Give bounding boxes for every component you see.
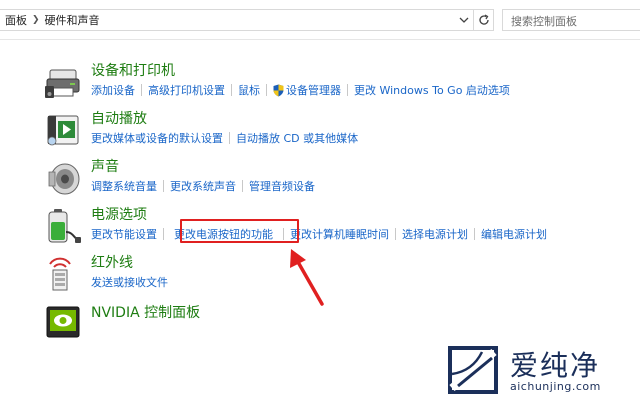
highlight-box (180, 219, 299, 243)
refresh-icon (478, 14, 489, 25)
category-title-sound[interactable]: 声音 (91, 156, 119, 176)
autoplay-icon (47, 115, 79, 146)
category-title-nvidia[interactable]: NVIDIA 控制面板 (91, 302, 200, 322)
link-mouse[interactable]: 鼠标 (232, 82, 266, 98)
nvidia-icon (46, 306, 80, 338)
link-manage-audio-devices[interactable]: 管理音频设备 (243, 178, 321, 194)
watermark-url: aichunjing.com (510, 380, 601, 393)
watermark-text: 爱纯净 (510, 349, 601, 382)
search-input[interactable] (503, 11, 640, 32)
watermark-logo-icon (448, 346, 498, 394)
link-windows-to-go[interactable]: 更改 Windows To Go 启动选项 (348, 82, 516, 98)
category-links-infrared: 发送或接收文件 (91, 274, 174, 290)
link-add-device[interactable]: 添加设备 (91, 82, 141, 98)
printer-icon (45, 69, 80, 98)
link-adjust-volume[interactable]: 调整系统音量 (91, 178, 163, 194)
address-dropdown-button[interactable] (456, 10, 472, 30)
link-change-system-sounds[interactable]: 更改系统声音 (164, 178, 242, 194)
category-title-devices-printers[interactable]: 设备和打印机 (91, 60, 175, 80)
category-links-autoplay: 更改媒体或设备的默认设置 自动播放 CD 或其他媒体 (91, 130, 364, 146)
link-change-default-media-settings[interactable]: 更改媒体或设备的默认设置 (91, 130, 229, 146)
search-box[interactable] (502, 9, 640, 32)
speaker-icon (48, 163, 80, 195)
chevron-down-icon (459, 17, 469, 23)
breadcrumb: 面板 ❯ 硬件和声音 (0, 9, 474, 31)
category-links-power-options: 更改节能设置 更改电源按钮的功能 更改计算机睡眠时间 选择电源计划 编辑电源计划 (91, 226, 553, 242)
annotation-arrow-icon (290, 249, 324, 306)
infrared-icon (49, 257, 71, 291)
address-bar: 面板 ❯ 硬件和声音 (0, 0, 640, 40)
category-title-infrared[interactable]: 红外线 (91, 252, 133, 272)
link-choose-power-plan[interactable]: 选择电源计划 (396, 226, 474, 242)
refresh-button[interactable] (474, 9, 494, 31)
category-title-autoplay[interactable]: 自动播放 (91, 108, 147, 128)
battery-icon (48, 209, 81, 243)
link-device-manager-wrap[interactable]: 设备管理器 (267, 82, 347, 98)
link-change-power-saving[interactable]: 更改节能设置 (91, 226, 163, 242)
watermark: 爱纯净 aichunjing.com (446, 342, 636, 398)
category-links-sound: 调整系统音量 更改系统声音 管理音频设备 (91, 178, 321, 194)
category-title-power-options[interactable]: 电源选项 (91, 204, 147, 224)
category-links-devices-printers: 添加设备 高级打印机设置 鼠标 设备管理器 更改 Windows To Go 启… (91, 82, 516, 98)
link-change-sleep-time[interactable]: 更改计算机睡眠时间 (284, 226, 395, 242)
breadcrumb-item-panel[interactable]: 面板 (0, 12, 32, 28)
link-edit-power-plan[interactable]: 编辑电源计划 (475, 226, 553, 242)
breadcrumb-item-hardware-sound[interactable]: 硬件和声音 (40, 12, 105, 28)
link-advanced-printer-settings[interactable]: 高级打印机设置 (142, 82, 231, 98)
breadcrumb-chevron-icon[interactable]: ❯ (32, 15, 40, 25)
link-device-manager[interactable]: 设备管理器 (286, 82, 341, 98)
uac-shield-icon (273, 84, 284, 96)
link-autoplay-cd[interactable]: 自动播放 CD 或其他媒体 (230, 130, 364, 146)
link-send-receive-files[interactable]: 发送或接收文件 (91, 274, 174, 290)
